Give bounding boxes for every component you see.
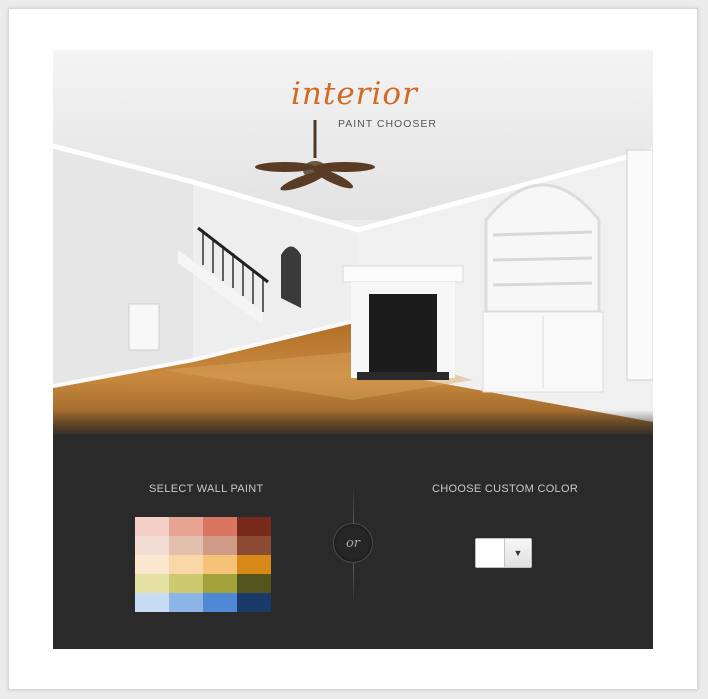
paint-swatch[interactable] xyxy=(203,555,237,574)
wall-paint-swatch-grid xyxy=(135,517,271,612)
dropdown-arrow-icon[interactable]: ▼ xyxy=(504,539,531,567)
paint-swatch[interactable] xyxy=(237,555,271,574)
or-separator: or xyxy=(333,523,373,563)
paint-swatch[interactable] xyxy=(203,517,237,536)
room-preview-image: interior PAINT CHOOSER xyxy=(53,50,653,434)
paint-swatch[interactable] xyxy=(135,555,169,574)
paint-swatch[interactable] xyxy=(135,517,169,536)
custom-color-preview[interactable] xyxy=(476,539,504,567)
paint-swatch[interactable] xyxy=(169,555,203,574)
paint-swatch[interactable] xyxy=(135,536,169,555)
custom-color-picker[interactable]: ▼ xyxy=(475,538,532,568)
choose-custom-color-heading: CHOOSE CUSTOM COLOR xyxy=(432,483,579,495)
paint-swatch[interactable] xyxy=(237,536,271,555)
paint-swatch[interactable] xyxy=(203,574,237,593)
paint-swatch[interactable] xyxy=(237,517,271,536)
paint-chooser-panel: interior PAINT CHOOSER SELECT WALL PAINT… xyxy=(53,50,653,649)
paint-swatch[interactable] xyxy=(169,574,203,593)
select-wall-paint-heading: SELECT WALL PAINT xyxy=(149,483,264,495)
paint-swatch[interactable] xyxy=(169,536,203,555)
paint-swatch[interactable] xyxy=(135,593,169,612)
paint-swatch[interactable] xyxy=(135,574,169,593)
app-frame: interior PAINT CHOOSER SELECT WALL PAINT… xyxy=(8,8,698,690)
app-logo: interior xyxy=(291,76,418,112)
paint-swatch[interactable] xyxy=(237,593,271,612)
paint-swatch[interactable] xyxy=(237,574,271,593)
app-subtitle: PAINT CHOOSER xyxy=(338,118,437,130)
paint-swatch[interactable] xyxy=(203,536,237,555)
or-label: or xyxy=(345,535,361,551)
paint-swatch[interactable] xyxy=(169,517,203,536)
paint-swatch[interactable] xyxy=(169,593,203,612)
paint-swatch[interactable] xyxy=(203,593,237,612)
